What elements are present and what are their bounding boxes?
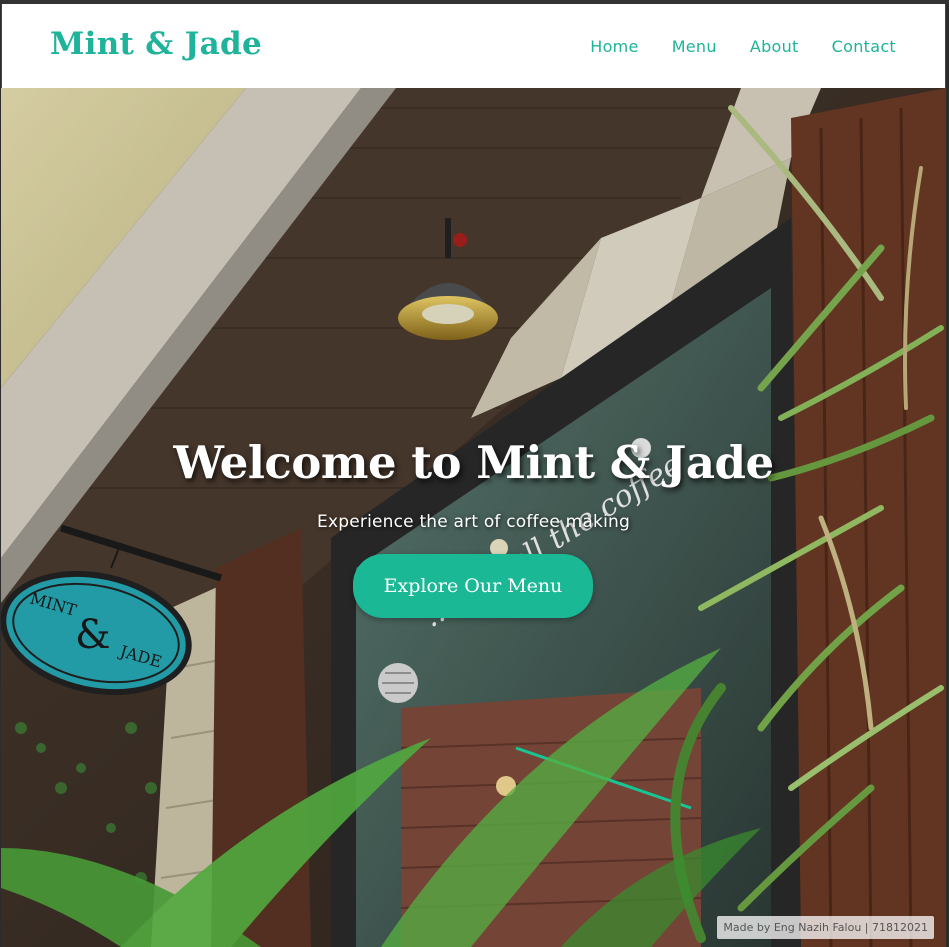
- explore-menu-button[interactable]: Explore Our Menu: [353, 554, 593, 618]
- nav-link-home[interactable]: Home: [590, 37, 638, 56]
- nav-link-about[interactable]: About: [750, 37, 799, 56]
- nav-links: Home Menu About Contact: [590, 37, 896, 56]
- nav-link-menu[interactable]: Menu: [672, 37, 717, 56]
- brand-logo[interactable]: Mint & Jade: [50, 26, 262, 62]
- hero-section: MINT & JADE ...d smell the coffee Welcom…: [1, 88, 946, 947]
- hero-subtitle: Experience the art of coffee making: [317, 512, 630, 532]
- navbar: Mint & Jade Home Menu About Contact: [1, 4, 946, 88]
- credit-badge: Made by Eng Nazih Falou | 71812021: [717, 916, 934, 939]
- hero-title: Welcome to Mint & Jade: [173, 436, 774, 490]
- nav-link-contact[interactable]: Contact: [832, 37, 896, 56]
